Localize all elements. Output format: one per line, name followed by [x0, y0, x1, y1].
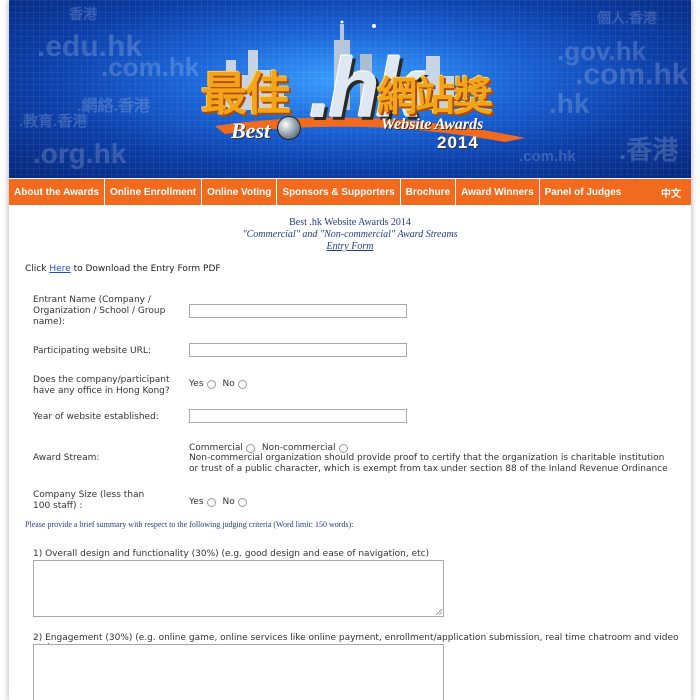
company-size-yes-label: Yes	[189, 497, 204, 507]
header-banner: .edu.hk .com.hk .網絡.香港 .教育.香港 .org.hk .g…	[9, 0, 691, 178]
commercial-label: Commercial	[189, 443, 243, 453]
nav-item-about[interactable]: About the Awards	[9, 179, 106, 205]
non-commercial-label: Non-commercial	[261, 443, 336, 453]
resize-handle-icon[interactable]	[436, 609, 442, 615]
hk-office-radio-group: Yes No	[189, 379, 251, 389]
nav-item-online-voting[interactable]: Online Voting	[202, 179, 278, 205]
watermark-text: .網絡.香港	[77, 98, 150, 115]
form-content: Best .hk Website Awards 2014 "Commercial…	[9, 205, 691, 700]
watermark-text: .com.hk	[519, 148, 576, 165]
non-commercial-radio[interactable]	[338, 443, 348, 453]
year-established-input[interactable]	[189, 409, 407, 423]
form-title: Best .hk Website Awards 2014	[289, 217, 411, 228]
form-entry-heading: Entry Form	[326, 241, 374, 252]
language-toggle[interactable]: 中文	[655, 179, 691, 205]
nav-item-brochure[interactable]: Brochure	[401, 179, 457, 205]
nav-item-sponsors[interactable]: Sponsors & Supporters	[277, 179, 401, 205]
watermark-text: .教育.香港	[19, 113, 88, 130]
criteria-intro: Please provide a brief summary with resp…	[25, 520, 354, 529]
award-stream-label: Award Stream:	[33, 453, 100, 463]
nav-item-panel-of-judges[interactable]: Panel of Judges	[540, 179, 627, 205]
website-url-label: Participating website URL:	[33, 346, 151, 356]
hk-office-no-label: No	[222, 379, 235, 389]
award-stream-radio-group: Commercial Non-commercial	[189, 443, 352, 453]
watermark-text: 個人.香港	[597, 10, 657, 26]
non-commercial-note: Non-commercial organization should provi…	[189, 453, 668, 474]
company-size-yes-radio[interactable]	[206, 497, 216, 507]
page: .edu.hk .com.hk .網絡.香港 .教育.香港 .org.hk .g…	[9, 0, 691, 700]
nav-item-award-winners[interactable]: Award Winners	[456, 179, 540, 205]
download-line: Click Here to Download the Entry Form PD…	[25, 264, 221, 274]
year-established-label: Year of website established:	[33, 412, 159, 422]
download-suffix: to Download the Entry Form PDF	[73, 264, 221, 274]
criteria-q1-textarea[interactable]	[33, 560, 444, 617]
entrant-name-label: Entrant Name (Company / Organization / S…	[33, 295, 166, 327]
nav-item-online-enrollment[interactable]: Online Enrollment	[105, 179, 203, 205]
download-pdf-link[interactable]: Here	[49, 264, 70, 274]
logo-year: 2014	[437, 133, 479, 152]
watermark-text: .com.hk	[101, 52, 200, 82]
hk-office-yes-label: Yes	[189, 379, 204, 389]
hk-office-label: Does the company/participant have any of…	[33, 375, 170, 396]
entrant-name-input[interactable]	[189, 304, 407, 318]
company-size-radio-group: Yes No	[189, 497, 251, 507]
form-title-block: Best .hk Website Awards 2014 "Commercial…	[9, 217, 691, 253]
watermark-text: .com.hk	[575, 58, 689, 91]
commercial-radio[interactable]	[245, 443, 255, 453]
hk-office-no-radio[interactable]	[237, 379, 247, 389]
hk-office-yes-radio[interactable]	[206, 379, 216, 389]
watermark-text: .org.hk	[33, 138, 127, 169]
watermark-text: 香港	[69, 6, 97, 22]
logo-chinese-website-awards: 網站獎	[377, 74, 493, 120]
logo-best-text: Best	[231, 118, 271, 143]
watermark-text: .hk	[549, 88, 590, 119]
form-subtitle: "Commercial" and "Non-commercial" Award …	[242, 229, 458, 240]
download-prefix: Click	[25, 264, 47, 274]
company-size-label: Company Size (less than 100 staff) :	[33, 490, 145, 511]
main-nav: About the Awards Online Enrollment Onlin…	[9, 179, 691, 205]
logo-chinese-best: 最佳	[201, 67, 291, 121]
criteria-q2-textarea[interactable]	[33, 644, 444, 700]
logo-ball-icon	[277, 116, 301, 140]
company-size-no-label: No	[222, 497, 235, 507]
watermark-text: .香港	[619, 135, 679, 165]
website-url-input[interactable]	[189, 343, 407, 357]
company-size-no-radio[interactable]	[237, 497, 247, 507]
criteria-q1-label: 1) Overall design and functionality (30%…	[33, 549, 430, 559]
logo-website-awards-text: Website Awards	[381, 116, 484, 133]
